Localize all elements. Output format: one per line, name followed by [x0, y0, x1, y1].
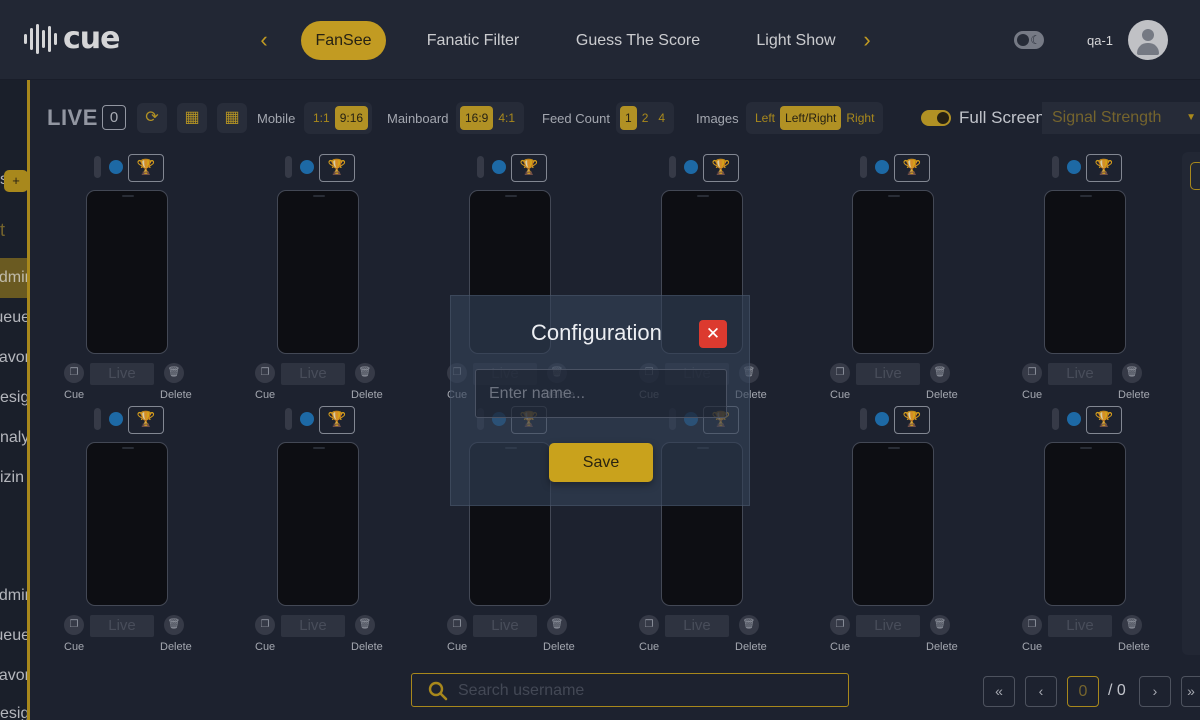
close-icon[interactable]: ✕ [699, 320, 727, 348]
save-button[interactable]: Save [549, 443, 653, 482]
configuration-modal: Configuration ✕ Save [450, 295, 750, 506]
config-name-input[interactable] [475, 369, 727, 418]
modal-title: Configuration [531, 320, 662, 345]
